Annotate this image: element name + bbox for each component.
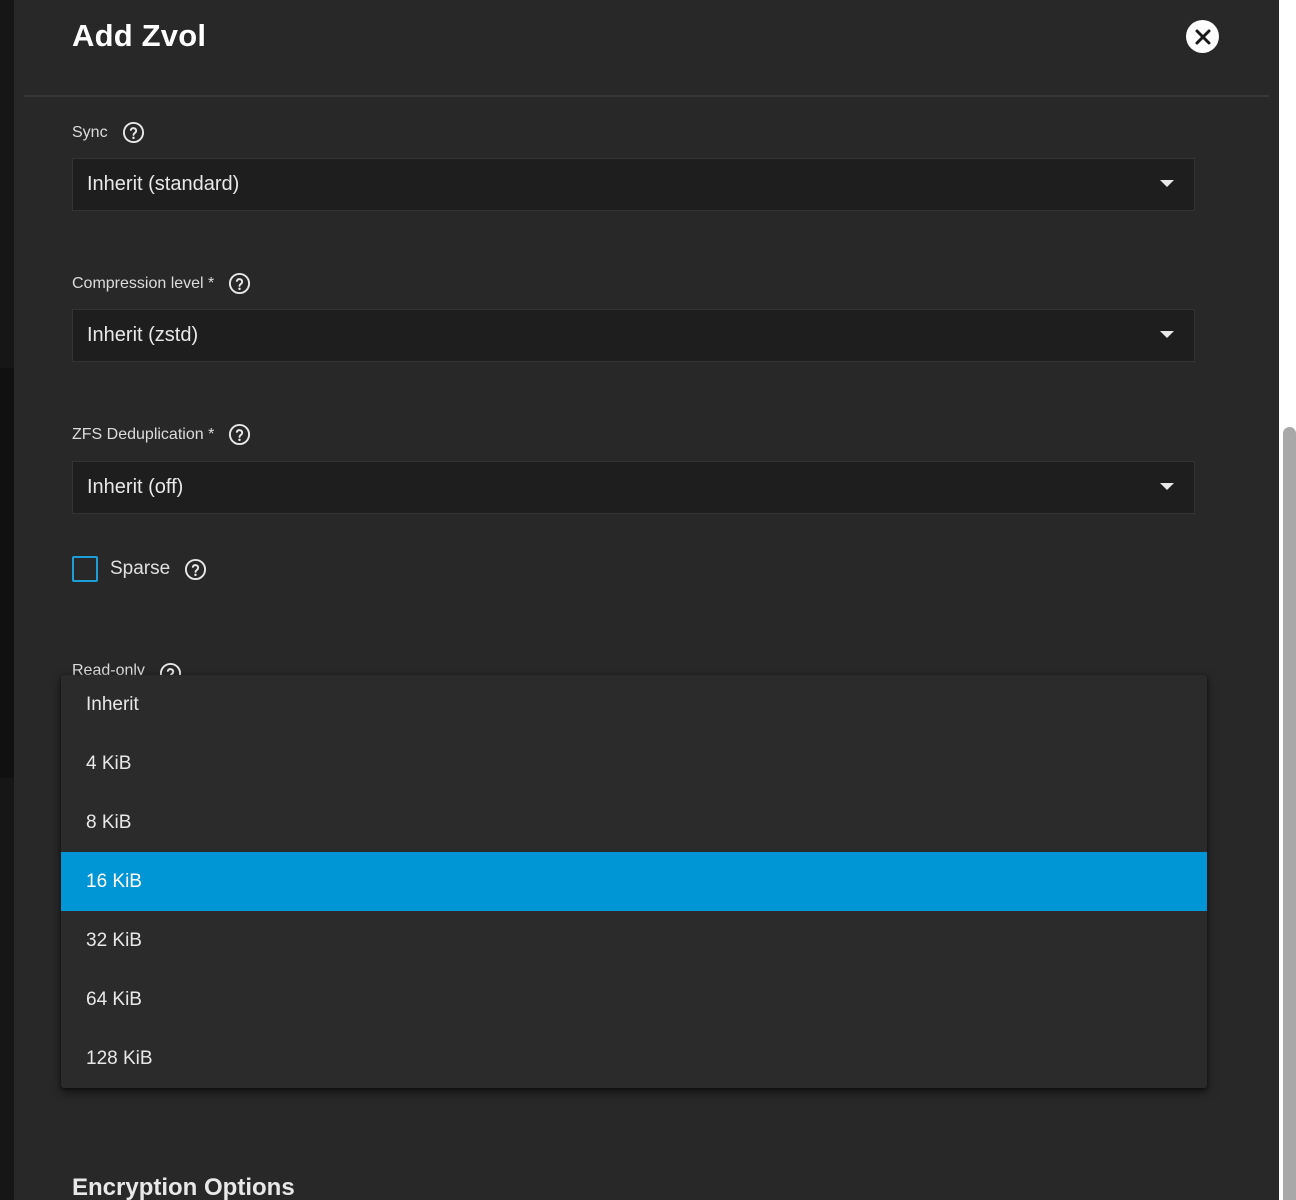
compression-select[interactable]: Inherit (zstd) [72, 309, 1195, 362]
readonly-label: Read-only [72, 662, 182, 676]
dedup-label-text: ZFS Deduplication * [72, 425, 215, 443]
dedup-select-value: Inherit (off) [87, 476, 184, 498]
encryption-options-heading: Encryption Options [72, 1174, 295, 1200]
close-icon [1195, 29, 1210, 44]
sync-select-value: Inherit (standard) [87, 173, 240, 195]
header-divider [24, 95, 1269, 97]
sparse-label: Sparse [110, 558, 171, 579]
sync-label: Sync [72, 121, 145, 144]
chevron-down-icon [1160, 331, 1174, 338]
chevron-down-icon [1160, 483, 1174, 490]
background-strip [0, 0, 14, 1200]
compression-select-value: Inherit (zstd) [87, 324, 199, 346]
scrollbar-thumb[interactable] [1283, 427, 1296, 1200]
block-size-dropdown: Inherit 4 KiB 8 KiB 16 KiB 32 KiB 64 KiB… [61, 675, 1207, 1088]
chevron-down-icon [1160, 180, 1174, 187]
help-icon[interactable] [228, 423, 251, 446]
help-icon[interactable] [228, 272, 251, 295]
dedup-label: ZFS Deduplication * [72, 423, 251, 446]
help-icon[interactable] [159, 662, 182, 676]
help-icon[interactable] [122, 121, 145, 144]
dropdown-option-selected[interactable]: 16 KiB [61, 852, 1207, 911]
readonly-label-text: Read-only [72, 662, 145, 676]
help-icon[interactable] [184, 558, 207, 581]
sparse-row: Sparse [72, 556, 207, 582]
dropdown-option[interactable]: 32 KiB [61, 911, 1207, 970]
dedup-select[interactable]: Inherit (off) [72, 461, 1195, 514]
dropdown-option[interactable]: 64 KiB [61, 970, 1207, 1029]
compression-label: Compression level * [72, 272, 251, 295]
sparse-checkbox[interactable] [72, 556, 98, 582]
sync-label-text: Sync [72, 123, 108, 141]
sync-select[interactable]: Inherit (standard) [72, 158, 1195, 211]
dropdown-option[interactable]: 8 KiB [61, 793, 1207, 852]
dialog-title: Add Zvol [72, 18, 207, 53]
dropdown-option[interactable]: 4 KiB [61, 734, 1207, 793]
dropdown-option[interactable]: Inherit [61, 675, 1207, 734]
compression-label-text: Compression level * [72, 274, 215, 292]
close-button[interactable] [1186, 20, 1219, 53]
dropdown-option[interactable]: 128 KiB [61, 1029, 1207, 1088]
